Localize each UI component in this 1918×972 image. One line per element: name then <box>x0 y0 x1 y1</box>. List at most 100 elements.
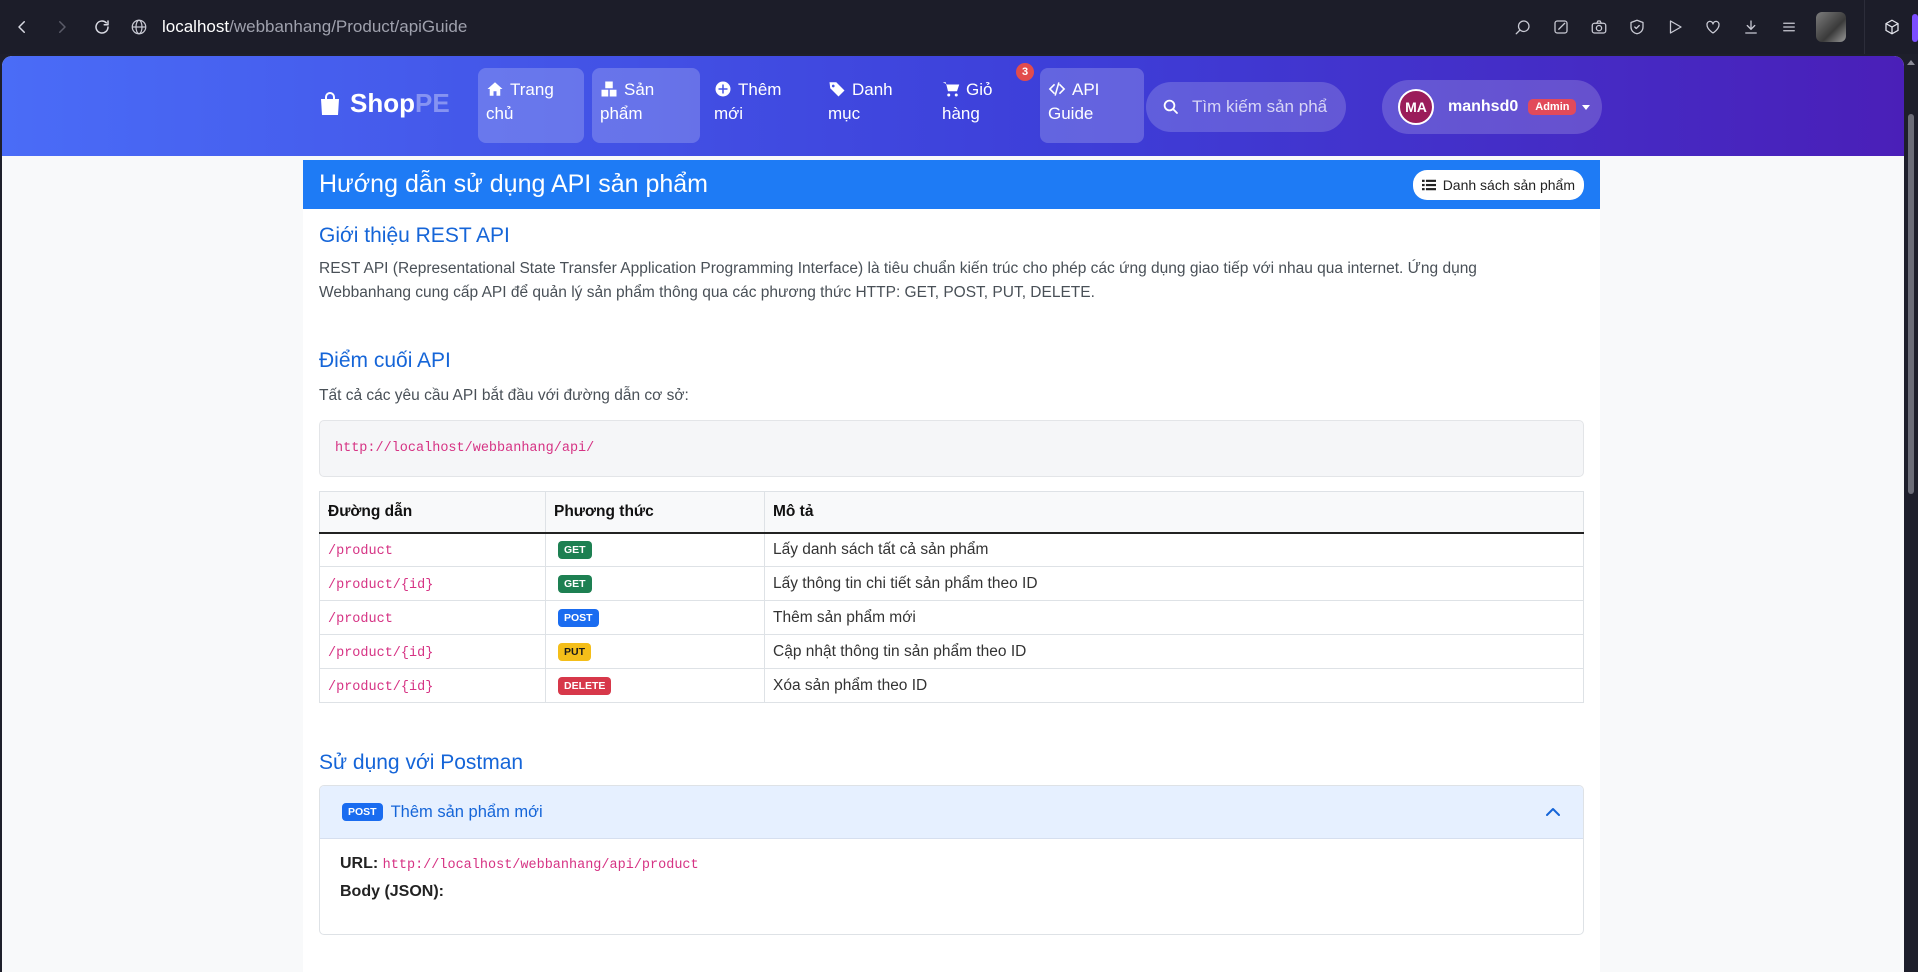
nav-label: Sản <box>624 80 655 99</box>
accordion-header[interactable]: POST Thêm sản phẩm mới <box>320 786 1583 839</box>
shopping-bag-icon <box>318 91 342 117</box>
intro-text: REST API (Representational State Transfe… <box>319 257 1584 305</box>
request-url-line: URL: http://localhost/webbanhang/api/pro… <box>340 855 1563 873</box>
endpoints-title: Điểm cuối API <box>319 349 451 372</box>
product-list-label: Danh sách sản phẩm <box>1442 176 1575 193</box>
method-badge: POST <box>558 609 599 627</box>
page-title: Hướng dẫn sử dụng API sản phẩm <box>319 170 708 198</box>
app-navbar: Shop PE Trang chủ Sản phẩm Thêm mới Danh mục … <box>2 56 1904 156</box>
note-button[interactable] <box>1542 8 1580 46</box>
intro-line: REST API (Representational State Transfe… <box>319 260 1477 277</box>
downloads-button[interactable] <box>1732 8 1770 46</box>
endpoint-path: /product <box>328 543 393 559</box>
back-button[interactable] <box>2 7 42 47</box>
column-header: Mô tả <box>764 491 1584 534</box>
cube-icon <box>1884 19 1899 35</box>
boxes-icon <box>600 80 618 98</box>
sidebar-accent <box>1912 14 1918 42</box>
page-scrollbar[interactable] <box>1904 56 1918 972</box>
table-row: /product/{id} GET Lấy thông tin chi tiết… <box>319 566 1584 601</box>
base-url-block: http://localhost/webbanhang/api/ <box>319 420 1584 477</box>
card-body: Giới thiệu REST API REST API (Representa… <box>303 224 1600 935</box>
nav-label: mục <box>828 104 861 123</box>
url-text: localhost/webbanhang/Product/apiGuide <box>162 17 467 37</box>
browser-toolbar: localhost/webbanhang/Product/apiGuide <box>0 0 1918 54</box>
method-cell: PUT <box>545 634 765 669</box>
nav-label: Danh <box>852 80 893 99</box>
search-input[interactable] <box>1192 97 1332 117</box>
browser-tools <box>1504 8 1854 46</box>
endpoint-description: Thêm sản phẩm mới <box>764 600 1584 635</box>
forward-button[interactable] <box>42 7 82 47</box>
endpoint-description: Cập nhật thông tin sản phẩm theo ID <box>764 634 1584 669</box>
method-badge: GET <box>558 575 592 593</box>
method-cell: POST <box>545 600 765 635</box>
brand-suffix: PE <box>415 88 450 118</box>
send-button[interactable] <box>1656 8 1694 46</box>
profile-picture[interactable] <box>1816 12 1846 42</box>
menu-button[interactable] <box>1770 8 1808 46</box>
table-row: /product GET Lấy danh sách tất cả sản ph… <box>319 532 1584 567</box>
globe-icon <box>130 18 148 36</box>
url-host: localhost <box>162 17 230 36</box>
nav-label: Giỏ <box>966 80 993 99</box>
heart-icon <box>1706 20 1720 34</box>
chevron-right-icon <box>59 21 66 33</box>
play-icon <box>1669 20 1682 34</box>
scroll-up-icon[interactable] <box>1907 60 1915 65</box>
nav-label: Guide <box>1048 104 1094 123</box>
nav-label: mới <box>714 104 744 123</box>
endpoint-path: /product/{id} <box>328 645 434 661</box>
table-row: /product POST Thêm sản phẩm mới <box>319 600 1584 635</box>
scrollbar-thumb[interactable] <box>1908 114 1914 494</box>
endpoints-lead: Tất cả các yêu cầu API bắt đầu với đường… <box>319 387 689 404</box>
cart-icon <box>942 80 960 98</box>
card-header: Hướng dẫn sử dụng API sản phẩm Danh sách… <box>303 160 1600 209</box>
accordion-body: URL: http://localhost/webbanhang/api/pro… <box>320 855 1583 901</box>
endpoint-description: Lấy danh sách tất cả sản phẩm <box>764 532 1584 567</box>
search-box[interactable] <box>1146 82 1346 132</box>
column-header: Phương thức <box>545 491 765 534</box>
favorites-button[interactable] <box>1694 8 1732 46</box>
user-menu[interactable]: MA manhsd0 Admin <box>1382 80 1602 134</box>
table-header-row: Đường dẫn Phương thức Mô tả <box>319 491 1584 534</box>
api-guide-card: Hướng dẫn sử dụng API sản phẩm Danh sách… <box>303 160 1600 972</box>
brand-name: Shop <box>350 88 415 118</box>
address-bar[interactable]: localhost/webbanhang/Product/apiGuide <box>130 8 1504 46</box>
intro-line: Webbanhang cung cấp API để quản lý sản p… <box>319 284 1095 301</box>
endpoint-description: Lấy thông tin chi tiết sản phẩm theo ID <box>764 566 1584 601</box>
cart-count-badge: 3 <box>1016 63 1034 81</box>
method-badge: DELETE <box>558 677 612 695</box>
brand-logo[interactable]: Shop PE <box>318 88 450 119</box>
method-badge: GET <box>558 541 592 560</box>
home-icon <box>486 80 504 98</box>
nav-item-products[interactable]: Sản phẩm <box>592 68 700 143</box>
nav-label: chủ <box>486 104 514 123</box>
search-tool-button[interactable] <box>1504 8 1542 46</box>
plus-circle-icon <box>714 80 732 98</box>
accordion-title: Thêm sản phẩm mới <box>390 802 543 821</box>
nav-item-home[interactable]: Trang chủ <box>478 68 584 143</box>
reload-icon <box>95 20 109 34</box>
nav-label: Trang <box>510 80 554 99</box>
endpoint-path-cell: /product <box>319 532 546 567</box>
product-list-button[interactable]: Danh sách sản phẩm <box>1412 169 1584 200</box>
chevron-left-icon <box>18 21 25 33</box>
extensions-button[interactable] <box>1864 0 1918 54</box>
nav-label: Thêm <box>738 80 782 99</box>
endpoint-path: /product/{id} <box>328 577 434 593</box>
endpoint-path: /product/{id} <box>328 679 434 695</box>
caret-down-icon <box>1582 104 1591 110</box>
nav-item-add-new[interactable]: Thêm mới <box>706 68 812 143</box>
code-icon <box>1048 80 1066 98</box>
nav-label: phẩm <box>600 104 643 123</box>
nav-item-categories[interactable]: Danh mục <box>820 68 926 143</box>
menu-icon <box>1783 22 1795 32</box>
reload-button[interactable] <box>82 7 122 47</box>
shield-button[interactable] <box>1618 8 1656 46</box>
screenshot-button[interactable] <box>1580 8 1618 46</box>
body-label: Body (JSON): <box>340 883 444 900</box>
method-cell: GET <box>545 532 765 567</box>
nav-item-api-guide[interactable]: API Guide <box>1040 68 1144 143</box>
endpoint-path-cell: /product/{id} <box>319 634 546 669</box>
